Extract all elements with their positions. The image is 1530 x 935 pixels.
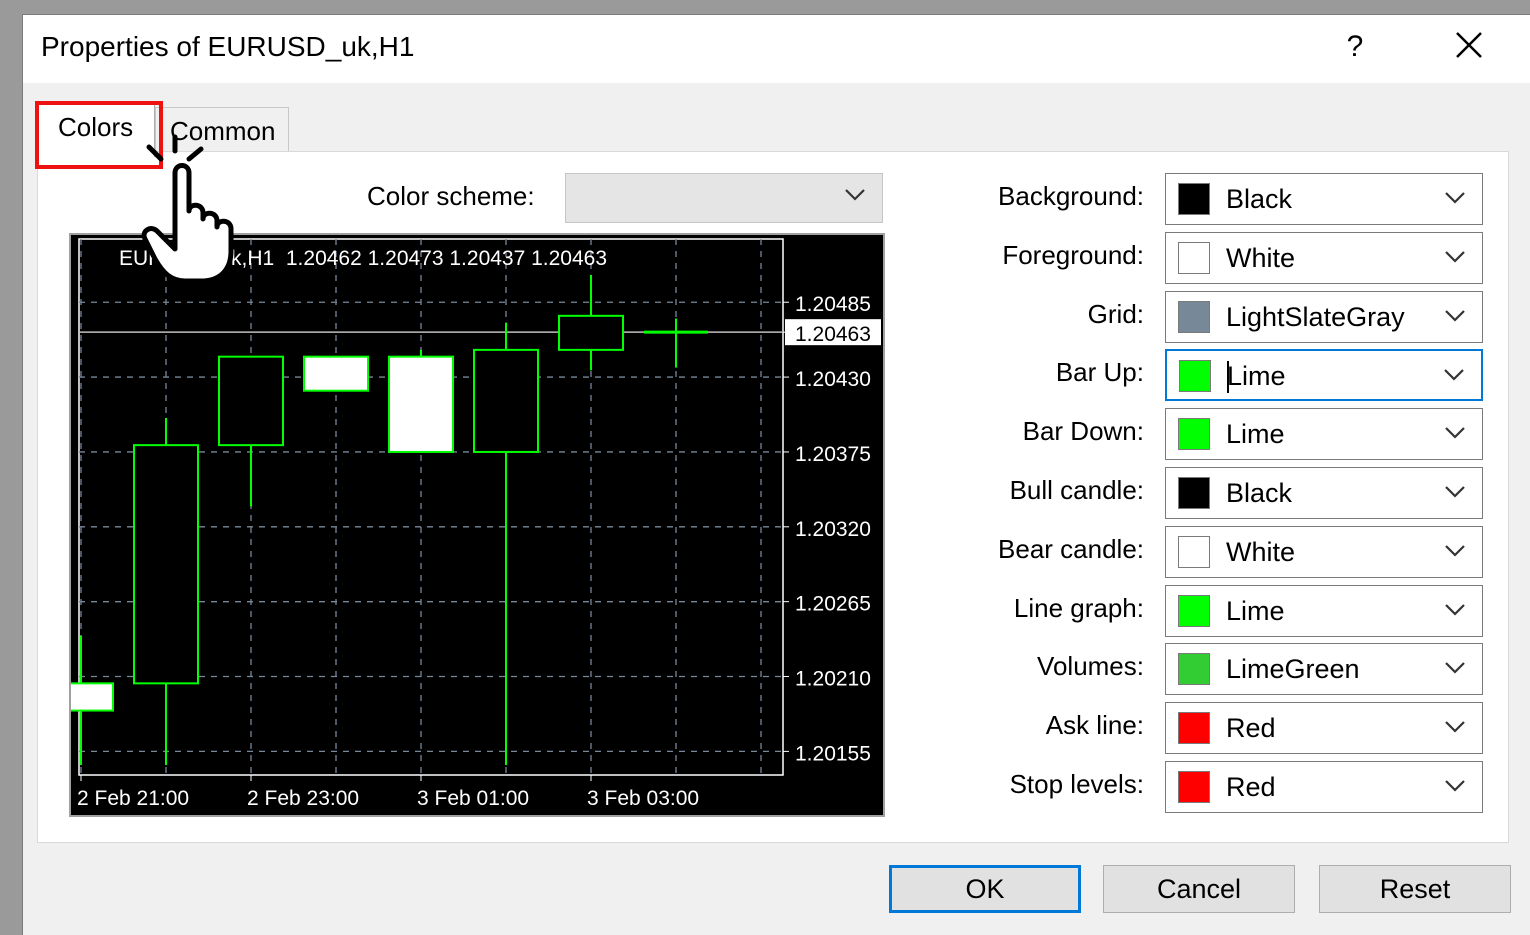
color-swatch	[1178, 301, 1210, 333]
color-select[interactable]: Lime	[1165, 585, 1483, 637]
chevron-down-icon	[1445, 662, 1465, 674]
property-label: Volumes:	[1037, 651, 1144, 681]
color-select-value: Black	[1226, 478, 1293, 508]
color-swatch	[1178, 595, 1210, 627]
chevron-down-icon	[1445, 780, 1465, 792]
property-label: Bar Down:	[1022, 416, 1144, 446]
color-select-value: Black	[1226, 184, 1293, 214]
color-select[interactable]: Red	[1165, 761, 1483, 813]
color-swatch	[1178, 477, 1210, 509]
color-swatch	[1178, 242, 1210, 274]
chevron-down-icon	[1445, 545, 1465, 557]
color-select-value: Lime	[1226, 419, 1285, 449]
chevron-down-icon	[1445, 721, 1465, 733]
color-swatch	[1178, 771, 1210, 803]
property-label: Grid:	[1087, 299, 1144, 329]
color-select-value: Red	[1226, 713, 1276, 743]
color-select[interactable]: White	[1165, 232, 1483, 284]
candlestick-chart: 1.20485 1.20463 1.20430 1.20375 1.20320 1.202…	[71, 238, 881, 810]
chevron-down-icon	[1445, 486, 1465, 498]
chevron-down-icon	[1445, 192, 1465, 204]
close-icon[interactable]	[1447, 23, 1491, 67]
title-bar: Properties of EURUSD_uk,H1 ?	[23, 15, 1530, 83]
candle-body	[71, 682, 114, 712]
price-tick-label: 1.20210	[795, 668, 871, 691]
chart-preview: 1.20485 1.20463 1.20430 1.20375 1.20320 1.202…	[69, 233, 885, 817]
color-select-value: Red	[1226, 772, 1276, 802]
candle-body	[473, 348, 539, 453]
cancel-button[interactable]: Cancel	[1103, 865, 1295, 913]
property-label: Foreground:	[1002, 240, 1144, 270]
property-label: Bar Up:	[1055, 357, 1144, 387]
chevron-down-icon	[1445, 604, 1465, 616]
color-select-value: White	[1226, 537, 1296, 567]
color-swatch	[1179, 360, 1211, 392]
candle-body	[133, 444, 199, 685]
chevron-down-icon	[1445, 310, 1465, 322]
reset-button[interactable]: Reset	[1319, 865, 1511, 913]
tab-common[interactable]: Common	[155, 107, 289, 151]
property-label: Stop levels:	[1009, 769, 1144, 799]
color-select[interactable]: LimeGreen	[1165, 643, 1483, 695]
text-caret	[1227, 361, 1229, 393]
candle-body	[388, 355, 454, 453]
price-tick-label: 1.20463	[795, 323, 871, 346]
help-button[interactable]: ?	[1335, 27, 1375, 67]
color-select-value: Lime	[1226, 596, 1285, 626]
color-select[interactable]: Black	[1165, 467, 1483, 519]
color-select[interactable]: Black	[1165, 173, 1483, 225]
price-tick-label: 1.20485	[795, 293, 871, 316]
color-select-value: LimeGreen	[1226, 654, 1360, 684]
color-select-value: Lime	[1227, 361, 1286, 391]
color-swatch	[1178, 712, 1210, 744]
window-title: Properties of EURUSD_uk,H1	[41, 31, 415, 62]
color-swatch	[1178, 183, 1210, 215]
time-label: 3 Feb 03:00	[587, 787, 699, 810]
color-swatch	[1178, 536, 1210, 568]
color-swatch	[1178, 418, 1210, 450]
property-label: Bull candle:	[1009, 475, 1144, 505]
color-swatch	[1178, 653, 1210, 685]
time-label: 2 Feb 21:00	[77, 787, 189, 810]
chevron-down-icon	[1445, 251, 1465, 263]
ok-button[interactable]: OK	[889, 865, 1081, 913]
candle-body	[303, 355, 369, 392]
property-label: Line graph:	[1013, 593, 1144, 623]
color-select-value: LightSlateGray	[1226, 302, 1405, 332]
color-select[interactable]: Lime	[1165, 349, 1483, 401]
price-tick-label: 1.20375	[795, 443, 871, 466]
color-scheme-select[interactable]	[565, 173, 883, 223]
color-select-value: White	[1226, 243, 1296, 273]
price-tick-label: 1.20430	[795, 368, 871, 391]
time-label: 3 Feb 01:00	[417, 787, 529, 810]
color-select[interactable]: White	[1165, 526, 1483, 578]
color-select[interactable]: Lime	[1165, 408, 1483, 460]
price-tick-label: 1.20320	[795, 518, 871, 541]
chevron-down-icon	[845, 189, 865, 201]
properties-dialog: Properties of EURUSD_uk,H1 ? Common Colo…	[22, 14, 1530, 935]
candle-body	[218, 355, 284, 447]
candle-body	[558, 314, 624, 351]
price-tick-label: 1.20265	[795, 593, 871, 616]
color-select[interactable]: Red	[1165, 702, 1483, 754]
property-label: Bear candle:	[998, 534, 1144, 564]
property-label: Ask line:	[1045, 710, 1144, 740]
color-scheme-label: Color scheme:	[367, 181, 535, 211]
color-select[interactable]: LightSlateGray	[1165, 291, 1483, 343]
chevron-down-icon	[1444, 369, 1464, 381]
property-label: Background:	[998, 181, 1144, 211]
time-label: 2 Feb 23:00	[247, 787, 359, 810]
tab-colors[interactable]: Colors	[37, 101, 155, 157]
chevron-down-icon	[1445, 427, 1465, 439]
price-tick-label: 1.20155	[795, 742, 871, 765]
chart-ohlc-header: EURUSD_uk,H1 1.20462 1.20473 1.20437 1.2…	[119, 247, 607, 270]
